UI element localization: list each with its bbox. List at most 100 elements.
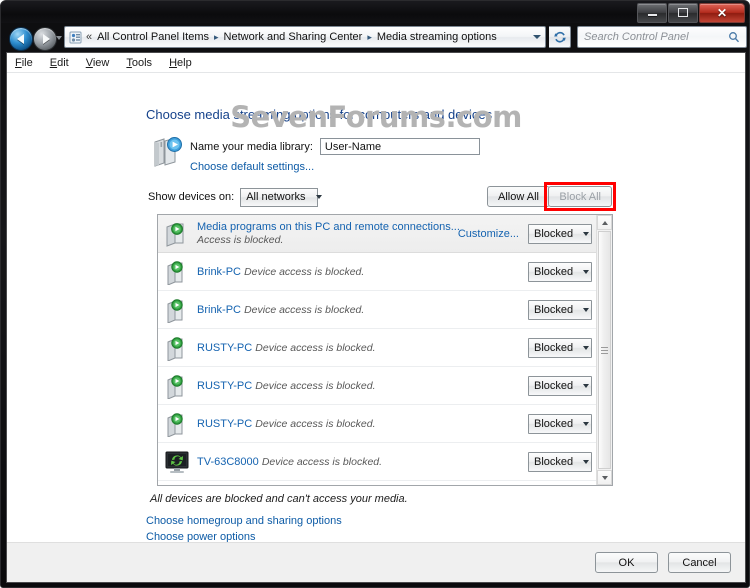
choose-default-settings-link[interactable]: Choose default settings... xyxy=(190,161,480,173)
device-info: Media programs on this PC and remote con… xyxy=(197,220,460,247)
show-devices-selected-value: All networks xyxy=(246,191,306,203)
chevron-down-icon xyxy=(601,475,608,480)
recent-pages-chevron-icon[interactable] xyxy=(56,36,62,40)
device-status: Device access is blocked. xyxy=(255,417,376,430)
table-row[interactable]: Brink-PC Device access is blocked. Block… xyxy=(158,291,596,329)
refresh-icon xyxy=(553,31,566,43)
search-input[interactable]: Search Control Panel xyxy=(578,31,728,43)
table-row[interactable]: RUSTY-PC Device access is blocked. Block… xyxy=(158,367,596,405)
block-all-highlight-box: Block All xyxy=(544,182,616,211)
forward-button[interactable] xyxy=(33,27,57,51)
menu-file[interactable]: File xyxy=(15,57,33,69)
maximize-icon xyxy=(678,8,688,17)
device-name-link[interactable]: RUSTY-PC xyxy=(197,342,252,354)
computer-icon xyxy=(164,411,190,437)
table-row[interactable]: RUSTY-PC Device access is blocked. Block… xyxy=(158,405,596,443)
device-status: Device access is blocked. xyxy=(255,379,376,392)
device-name-link[interactable]: Brink-PC xyxy=(197,266,241,278)
media-server-icon xyxy=(164,221,190,247)
device-list-rows: Media programs on this PC and remote con… xyxy=(158,215,596,485)
customize-link[interactable]: Customize... xyxy=(458,228,519,240)
scrollbar-grip-icon xyxy=(601,346,608,354)
scroll-up-button[interactable] xyxy=(597,215,612,230)
page-title: Choose media streaming options for compu… xyxy=(146,107,493,122)
scrollbar-thumb[interactable] xyxy=(598,231,611,469)
device-list: Media programs on this PC and remote con… xyxy=(157,214,613,486)
breadcrumb-item-media-streaming-options[interactable]: Media streaming options xyxy=(375,30,499,44)
menu-view[interactable]: View xyxy=(86,57,110,69)
chevron-down-icon xyxy=(583,307,590,312)
chevron-down-icon xyxy=(533,35,541,39)
show-devices-select[interactable]: All networks xyxy=(240,187,322,207)
device-permission-select[interactable]: Blocked xyxy=(528,223,592,244)
breadcrumb-separator-icon[interactable]: ▸ xyxy=(367,32,372,43)
chevron-down-icon xyxy=(583,231,590,236)
computer-icon xyxy=(164,335,190,361)
device-info: RUSTY-PC Device access is blocked. xyxy=(197,341,528,355)
cancel-button[interactable]: Cancel xyxy=(668,552,731,573)
device-info: TV-63C8000 Device access is blocked. xyxy=(197,455,528,469)
device-permission-value: Blocked xyxy=(534,379,574,392)
device-status: Device access is blocked. xyxy=(261,455,383,468)
breadcrumb-item-network-and-sharing-center[interactable]: Network and Sharing Center xyxy=(222,30,365,44)
table-row[interactable]: Brink-PC Device access is blocked. Block… xyxy=(158,253,596,291)
device-name-link[interactable]: RUSTY-PC xyxy=(197,418,252,430)
device-permission-value: Blocked xyxy=(534,303,574,316)
device-permission-select[interactable]: Blocked xyxy=(528,261,592,282)
breadcrumb-item-all-control-panel-items[interactable]: All Control Panel Items xyxy=(95,30,211,44)
address-history-dropdown[interactable] xyxy=(529,27,545,47)
scroll-down-button[interactable] xyxy=(597,470,612,485)
media-library-fields: Name your media library: Choose default … xyxy=(190,135,480,173)
window-caption-buttons: ✕ xyxy=(636,2,745,23)
device-name-link[interactable]: Brink-PC xyxy=(197,304,241,316)
ok-button[interactable]: OK xyxy=(595,552,658,573)
chevron-down-icon xyxy=(583,345,590,350)
device-info: RUSTY-PC Device access is blocked. xyxy=(197,417,528,431)
minimize-button[interactable] xyxy=(637,2,667,23)
all-blocked-note: All devices are blocked and can't access… xyxy=(150,493,408,505)
device-permission-select[interactable]: Blocked xyxy=(528,451,592,472)
breadcrumb-separator-icon[interactable]: ▸ xyxy=(214,32,219,43)
menu-help[interactable]: Help xyxy=(169,57,192,69)
device-permission-value: Blocked xyxy=(534,227,574,240)
chevron-down-icon xyxy=(583,383,590,388)
device-name-link[interactable]: Media programs on this PC and remote con… xyxy=(197,221,460,233)
device-status: Device access is blocked. xyxy=(244,303,365,316)
device-permission-select[interactable]: Blocked xyxy=(528,337,592,358)
back-button[interactable] xyxy=(9,27,33,51)
device-permission-select[interactable]: Blocked xyxy=(528,413,592,434)
address-bar[interactable]: « All Control Panel Items ▸ Network and … xyxy=(64,26,546,48)
device-name-link[interactable]: RUSTY-PC xyxy=(197,380,252,392)
media-library-label: Name your media library: xyxy=(190,140,313,153)
media-streaming-options-pane: Choose media streaming options for compu… xyxy=(7,73,745,575)
chevron-up-icon xyxy=(601,220,608,225)
chevron-down-icon xyxy=(583,421,590,426)
device-permission-select[interactable]: Blocked xyxy=(528,375,592,396)
table-row[interactable]: RUSTY-PC Device access is blocked. Block… xyxy=(158,329,596,367)
refresh-button[interactable] xyxy=(549,26,571,48)
address-toolbar: « All Control Panel Items ▸ Network and … xyxy=(4,25,748,51)
media-library-name-input[interactable] xyxy=(319,138,480,155)
device-list-scrollbar[interactable] xyxy=(596,215,612,485)
close-button[interactable]: ✕ xyxy=(699,2,745,23)
dialog-button-bar: OK Cancel xyxy=(7,542,745,582)
device-status: Device access is blocked. xyxy=(255,341,376,354)
window-client-area: File Edit View Tools Help SevenForums.co… xyxy=(6,52,746,583)
maximize-button[interactable] xyxy=(668,2,698,23)
menu-tools[interactable]: Tools xyxy=(126,57,152,69)
computer-icon xyxy=(164,373,190,399)
media-library-icon xyxy=(150,135,184,169)
table-row[interactable]: Media programs on this PC and remote con… xyxy=(158,215,596,253)
breadcrumb-overflow-chevrons[interactable]: « xyxy=(86,31,92,43)
show-devices-row: Show devices on: All networks Allow All … xyxy=(148,182,616,211)
table-row[interactable]: TV-63C8000 Device access is blocked. Blo… xyxy=(158,443,596,481)
search-control-panel-box[interactable]: Search Control Panel xyxy=(577,26,747,48)
allow-all-button[interactable]: Allow All xyxy=(487,186,550,207)
control-panel-icon xyxy=(68,30,83,45)
link-homegroup-sharing-options[interactable]: Choose homegroup and sharing options xyxy=(146,513,342,529)
menu-edit[interactable]: Edit xyxy=(50,57,69,69)
device-name-link[interactable]: TV-63C8000 xyxy=(197,456,259,468)
block-all-button[interactable]: Block All xyxy=(548,186,612,207)
device-status: Device access is blocked. xyxy=(244,265,365,278)
device-permission-select[interactable]: Blocked xyxy=(528,299,592,320)
